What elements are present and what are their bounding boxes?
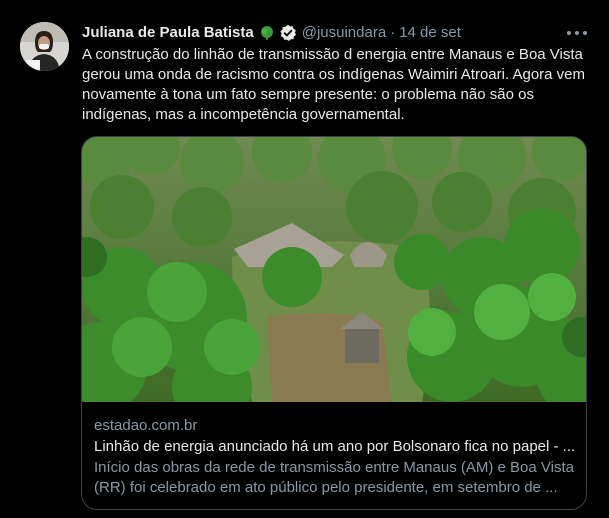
- more-options-icon[interactable]: [567, 24, 587, 42]
- author-handle[interactable]: @jusuindara: [302, 23, 386, 43]
- tweet-date[interactable]: 14 de set: [399, 23, 461, 43]
- card-image[interactable]: [82, 137, 586, 427]
- verified-badge-icon: [279, 24, 297, 42]
- dot: [583, 31, 587, 35]
- card-description: Início das obras da rede de transmissão …: [94, 459, 574, 496]
- link-card[interactable]: estadao.com.br Linhão de energia anuncia…: [81, 136, 587, 510]
- card-title[interactable]: Linhão de energia anunciado há um ano po…: [94, 437, 576, 457]
- separator-dot: ·: [390, 24, 396, 41]
- card-domain: estadao.com.br: [94, 417, 198, 434]
- tweet-header: Juliana de Paula Batista @jusuindara · 1…: [82, 23, 461, 43]
- tweet[interactable]: Juliana de Paula Batista @jusuindara · 1…: [0, 0, 609, 518]
- avatar[interactable]: [20, 22, 69, 71]
- dot: [575, 31, 579, 35]
- tweet-text: A construção do linhão de transmissão d …: [82, 46, 586, 123]
- dot: [567, 31, 571, 35]
- author-name[interactable]: Juliana de Paula Batista: [82, 23, 254, 43]
- tree-icon: [259, 25, 275, 41]
